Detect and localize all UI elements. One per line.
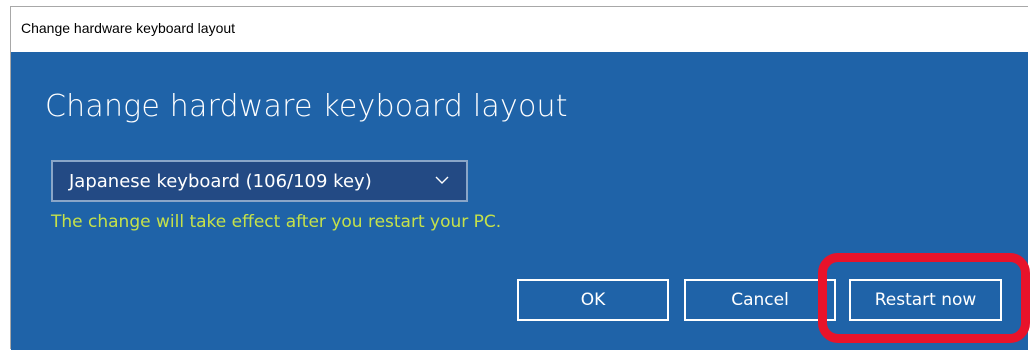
title-bar: Change hardware keyboard layout <box>11 7 1028 52</box>
restart-now-button[interactable]: Restart now <box>849 279 1002 321</box>
ok-button[interactable]: OK <box>517 279 669 321</box>
keyboard-layout-dropdown[interactable]: Japanese keyboard (106/109 key) <box>51 160 468 202</box>
dropdown-selected-value: Japanese keyboard (106/109 key) <box>69 171 372 192</box>
dialog-window: Change hardware keyboard layout Change h… <box>10 6 1028 350</box>
dialog-content: Change hardware keyboard layout Japanese… <box>11 52 1028 350</box>
window-title: Change hardware keyboard layout <box>21 20 236 36</box>
chevron-down-icon <box>434 172 450 188</box>
restart-notice: The change will take effect after you re… <box>51 212 502 232</box>
dialog-heading: Change hardware keyboard layout <box>45 89 568 124</box>
cancel-button[interactable]: Cancel <box>684 279 836 321</box>
